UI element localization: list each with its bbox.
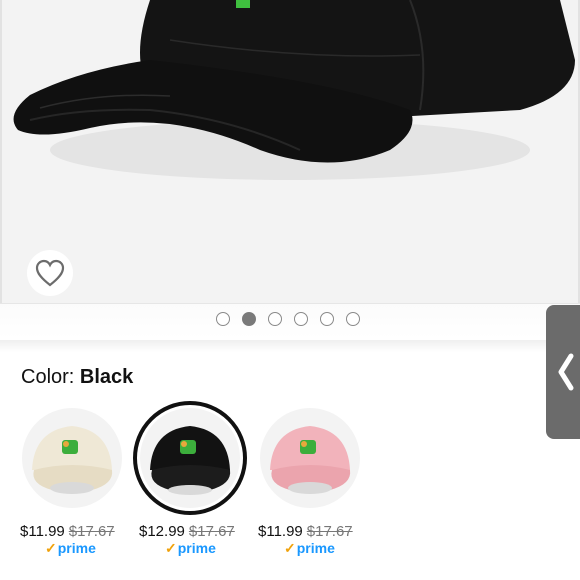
prime-label: prime (296, 540, 335, 556)
carousel-dot-2[interactable] (242, 312, 256, 326)
carousel-dot-3[interactable] (268, 312, 282, 326)
chevron-left-icon (558, 353, 574, 391)
wishlist-button[interactable] (27, 250, 73, 296)
section-divider (0, 340, 580, 352)
check-icon: ✓ (45, 540, 57, 556)
color-name: Black (79, 366, 134, 388)
variant-price: $12.99 (139, 523, 185, 540)
side-panel-toggle[interactable] (546, 305, 580, 439)
product-image (13, 0, 575, 180)
prime-badge-pink: ✓prime (284, 540, 335, 557)
prime-badge-beige: ✓prime (45, 540, 96, 557)
variant-price: $11.99 (258, 523, 303, 540)
color-selection-label: Color: Black (21, 364, 133, 390)
variant-price-beige: $11.99 $17.67 (20, 522, 115, 542)
variant-image-pink (260, 408, 360, 508)
carousel-dot-6[interactable] (346, 312, 360, 326)
variant-list-price: $17.67 (68, 523, 115, 540)
color-label: Color: (21, 366, 75, 388)
prime-label: prime (177, 540, 216, 556)
prime-label: prime (57, 540, 96, 556)
variant-image-black (140, 408, 240, 508)
variant-image-beige (22, 408, 122, 508)
variant-price: $11.99 (20, 523, 65, 540)
variant-price-pink: $11.99 $17.67 (258, 522, 353, 542)
prime-badge-black: ✓prime (165, 540, 216, 557)
variant-swatch-black[interactable] (133, 401, 247, 515)
variant-price-black: $12.99 $17.67 (139, 522, 235, 542)
carousel-dot-1[interactable] (216, 312, 230, 326)
variant-list-price: $17.67 (188, 523, 235, 540)
check-icon: ✓ (284, 540, 296, 556)
variant-swatch-beige[interactable] (22, 408, 122, 508)
heart-icon (35, 259, 65, 287)
carousel-dots[interactable] (216, 312, 360, 326)
carousel-dot-4[interactable] (294, 312, 308, 326)
variant-list-price: $17.67 (306, 523, 353, 540)
variant-swatch-pink[interactable] (260, 408, 360, 508)
carousel-dot-5[interactable] (320, 312, 334, 326)
check-icon: ✓ (165, 540, 177, 556)
product-image-carousel[interactable] (0, 0, 580, 303)
